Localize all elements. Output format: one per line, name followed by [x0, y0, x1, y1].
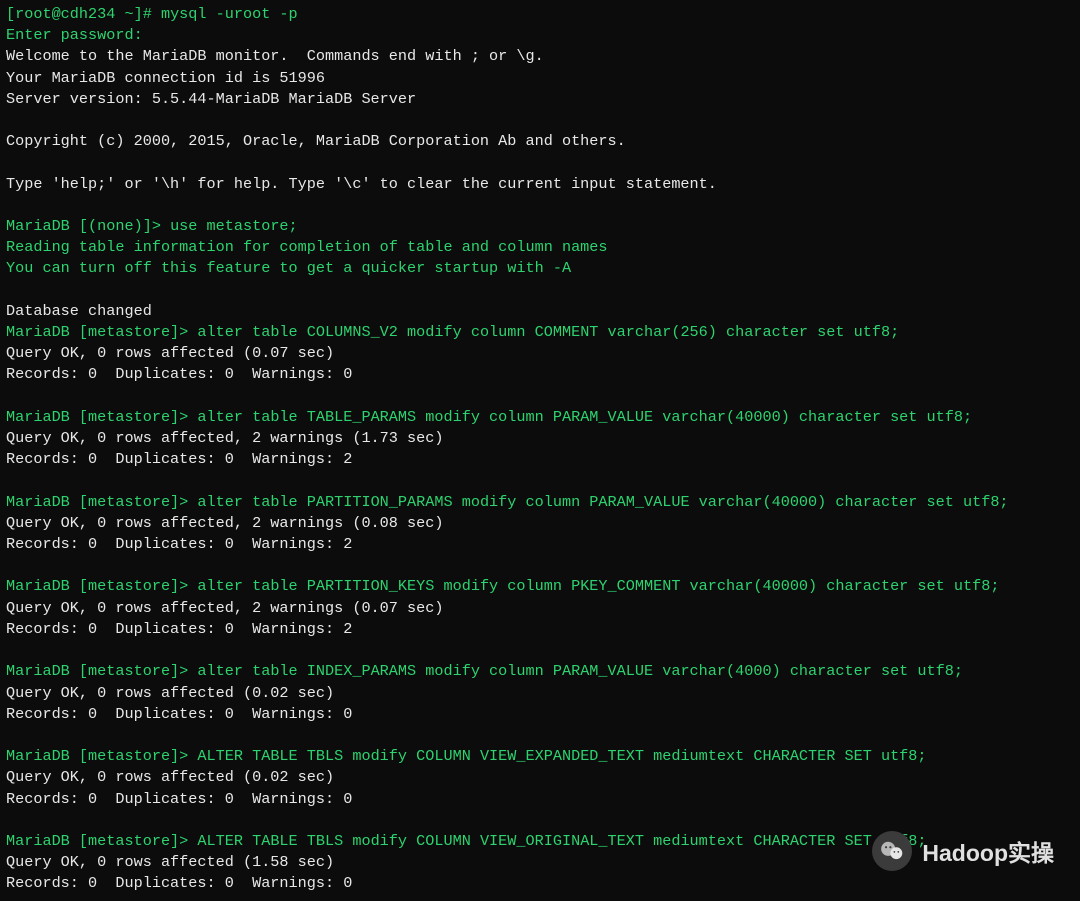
q2-result2: Records: 0 Duplicates: 0 Warnings: 2 [6, 450, 352, 468]
database-changed: Database changed [6, 302, 152, 320]
q4-sql: alter table PARTITION_KEYS modify column… [197, 577, 999, 595]
q2-result1: Query OK, 0 rows affected, 2 warnings (1… [6, 429, 443, 447]
q6-result1: Query OK, 0 rows affected (0.02 sec) [6, 768, 334, 786]
mariadb-none-prompt: MariaDB [(none)]> [6, 217, 170, 235]
enter-password: Enter password: [6, 26, 143, 44]
q6-sql: ALTER TABLE TBLS modify COLUMN VIEW_EXPA… [197, 747, 926, 765]
q4-prompt: MariaDB [metastore]> [6, 577, 197, 595]
q2-prompt: MariaDB [metastore]> [6, 408, 197, 426]
terminal[interactable]: [root@cdh234 ~]# mysql -uroot -p Enter p… [0, 0, 1080, 901]
q1-result1: Query OK, 0 rows affected (0.07 sec) [6, 344, 334, 362]
shell-prompt: [root@cdh234 ~]# [6, 5, 161, 23]
q4-result2: Records: 0 Duplicates: 0 Warnings: 2 [6, 620, 352, 638]
connection-id: Your MariaDB connection id is 51996 [6, 69, 325, 87]
watermark: Hadoop实操 [872, 831, 1054, 871]
q6-prompt: MariaDB [metastore]> [6, 747, 197, 765]
q3-result1: Query OK, 0 rows affected, 2 warnings (0… [6, 514, 443, 532]
q1-result2: Records: 0 Duplicates: 0 Warnings: 0 [6, 365, 352, 383]
q3-result2: Records: 0 Duplicates: 0 Warnings: 2 [6, 535, 352, 553]
q2-sql: alter table TABLE_PARAMS modify column P… [197, 408, 972, 426]
q6-result2: Records: 0 Duplicates: 0 Warnings: 0 [6, 790, 352, 808]
q5-prompt: MariaDB [metastore]> [6, 662, 197, 680]
use-metastore-cmd: use metastore; [170, 217, 298, 235]
welcome-line: Welcome to the MariaDB monitor. Commands… [6, 47, 544, 65]
watermark-text: Hadoop实操 [922, 834, 1054, 868]
copyright-line: Copyright (c) 2000, 2015, Oracle, MariaD… [6, 132, 626, 150]
reading-table-info: Reading table information for completion… [6, 238, 608, 256]
q7-prompt: MariaDB [metastore]> [6, 832, 197, 850]
help-line: Type 'help;' or '\h' for help. Type '\c'… [6, 175, 717, 193]
q3-sql: alter table PARTITION_PARAMS modify colu… [197, 493, 1008, 511]
q5-result2: Records: 0 Duplicates: 0 Warnings: 0 [6, 705, 352, 723]
server-version: Server version: 5.5.44-MariaDB MariaDB S… [6, 90, 416, 108]
turn-off-hint: You can turn off this feature to get a q… [6, 259, 571, 277]
shell-command: mysql -uroot -p [161, 5, 298, 23]
q1-sql: alter table COLUMNS_V2 modify column COM… [197, 323, 899, 341]
q7-result2: Records: 0 Duplicates: 0 Warnings: 0 [6, 874, 352, 892]
q5-sql: alter table INDEX_PARAMS modify column P… [197, 662, 963, 680]
q4-result1: Query OK, 0 rows affected, 2 warnings (0… [6, 599, 443, 617]
wechat-icon [872, 831, 912, 871]
q5-result1: Query OK, 0 rows affected (0.02 sec) [6, 684, 334, 702]
q1-prompt: MariaDB [metastore]> [6, 323, 197, 341]
q3-prompt: MariaDB [metastore]> [6, 493, 197, 511]
q7-result1: Query OK, 0 rows affected (1.58 sec) [6, 853, 334, 871]
q7-sql: ALTER TABLE TBLS modify COLUMN VIEW_ORIG… [197, 832, 926, 850]
